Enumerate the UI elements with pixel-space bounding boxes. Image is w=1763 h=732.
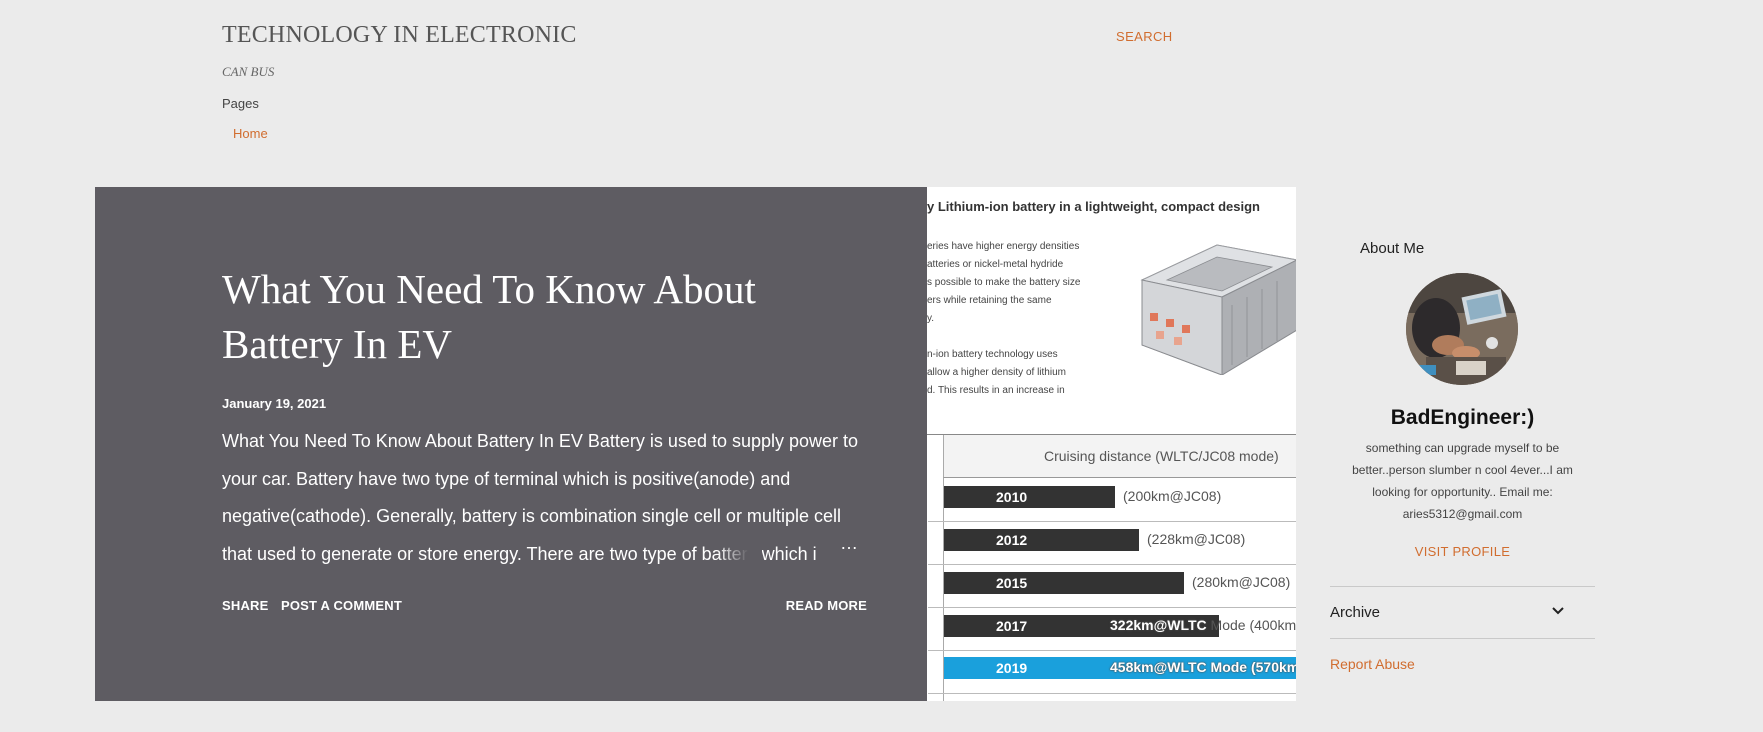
report-abuse-link[interactable]: Report Abuse xyxy=(1330,656,1415,672)
chart-bar: 2012 xyxy=(944,529,1139,551)
image-text-line: d. This results in an increase in xyxy=(927,385,1065,396)
nav-item-home[interactable]: Home xyxy=(233,126,268,141)
image-text-line: atteries or nickel-metal hydride xyxy=(927,259,1064,270)
post-title[interactable]: What You Need To Know About Battery In E… xyxy=(222,262,782,372)
archive-toggle[interactable]: Archive xyxy=(1330,584,1595,635)
chart-gridline xyxy=(928,521,1296,522)
snippet-fade xyxy=(717,534,762,572)
bar-year: 2012 xyxy=(996,532,1028,548)
avatar-image xyxy=(1406,273,1518,385)
chart-header: Cruising distance (WLTC/JC08 mode) xyxy=(943,435,1296,478)
post-actions: SHARE POST A COMMENT READ MORE xyxy=(222,598,867,618)
image-text-line: n-ion battery technology uses xyxy=(927,349,1058,360)
chart-gridline xyxy=(928,564,1296,565)
bar-year: 2019 xyxy=(996,660,1028,676)
profile-description: something can upgrade myself to be bette… xyxy=(1352,441,1573,521)
chart-gridline xyxy=(928,607,1296,608)
image-text-line: ers while retaining the same xyxy=(927,295,1052,306)
image-text-line: s possible to make the battery size xyxy=(927,277,1081,288)
bar-note: (280km@JC08) xyxy=(1192,574,1291,590)
bar-note-secondary: Mode (570km xyxy=(1206,659,1296,675)
bar-year: 2015 xyxy=(996,575,1028,591)
snippet-ellipsis: … xyxy=(840,533,859,553)
share-button[interactable]: SHARE xyxy=(222,598,269,613)
image-headline: y Lithium-ion battery in a lightweight, … xyxy=(927,199,1260,214)
image-text-line: allow a higher density of lithium xyxy=(927,367,1066,378)
bar-note-secondary: Mode (400km xyxy=(1206,617,1296,633)
bar-year: 2017 xyxy=(996,618,1028,634)
image-text-line: y. xyxy=(927,313,935,324)
site-description: CAN BUS xyxy=(222,64,275,79)
post-comment-button[interactable]: POST A COMMENT xyxy=(281,598,402,613)
image-text-line: eries have higher energy densities xyxy=(927,241,1080,252)
blog-page: TECHNOLOGY IN ELECTRONIC CAN BUS Pages H… xyxy=(0,0,1763,732)
search-button[interactable]: SEARCH xyxy=(1116,29,1173,44)
chart-bar: 2015 xyxy=(944,572,1184,594)
bar-note: 458km@WLTC Mode (570km xyxy=(1110,659,1296,675)
bar-note-primary: 322km@WLTC xyxy=(1110,617,1207,633)
bar-note: (228km@JC08) xyxy=(1147,531,1246,547)
read-more-button[interactable]: READ MORE xyxy=(786,598,867,613)
archive-label: Archive xyxy=(1330,604,1381,621)
about-me-title: About Me xyxy=(1360,240,1425,257)
post-snippet: What You Need To Know About Battery In E… xyxy=(222,423,867,573)
battery-pack-illustration xyxy=(1140,244,1296,375)
chart-bar: 2010 xyxy=(944,486,1115,508)
bar-year: 2010 xyxy=(996,489,1028,505)
chart-gridline xyxy=(928,650,1296,651)
profile-name[interactable]: BadEngineer:) xyxy=(1330,406,1595,430)
post-snippet-text: What You Need To Know About Battery In E… xyxy=(222,431,859,564)
post-featured-image[interactable]: y Lithium-ion battery in a lightweight, … xyxy=(927,187,1296,701)
chart-gridline xyxy=(928,693,1296,694)
visit-profile-button[interactable]: VISIT PROFILE xyxy=(1330,544,1595,559)
chevron-down-icon xyxy=(1552,607,1564,615)
pages-label: Pages xyxy=(222,96,259,111)
bar-note: 322km@WLTC Mode (400km xyxy=(1110,617,1296,633)
featured-post-card: What You Need To Know About Battery In E… xyxy=(95,187,927,701)
bar-note: (200km@JC08) xyxy=(1123,488,1222,504)
sidebar-divider xyxy=(1330,638,1595,639)
cruising-distance-chart: Cruising distance (WLTC/JC08 mode) 2010 … xyxy=(927,434,1296,701)
image-top-panel: y Lithium-ion battery in a lightweight, … xyxy=(927,187,1296,434)
site-title[interactable]: TECHNOLOGY IN ELECTRONIC xyxy=(222,22,577,49)
post-date: January 19, 2021 xyxy=(222,396,327,411)
chart-header-text: Cruising distance (WLTC/JC08 mode) xyxy=(1044,448,1279,464)
chart-body: 2010 (200km@JC08) 2012 (228km@JC08) 2015… xyxy=(928,478,1296,701)
bar-note-primary: 458km@WLTC xyxy=(1110,659,1207,675)
avatar[interactable] xyxy=(1406,273,1518,385)
